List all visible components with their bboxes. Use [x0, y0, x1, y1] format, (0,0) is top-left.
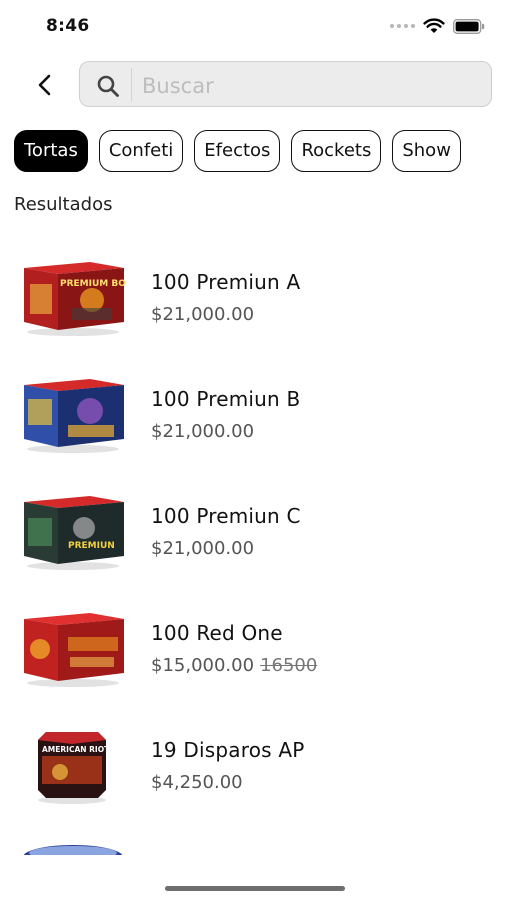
product-price: $4,250.00	[151, 772, 243, 793]
product-name: 100 Premiun B	[151, 387, 301, 411]
product-image	[23, 845, 123, 855]
back-chevron-icon	[38, 74, 51, 96]
price-current: $21,000.00	[151, 304, 255, 325]
price-current: $4,250.00	[151, 772, 243, 793]
box-label: PREMIUN	[68, 541, 115, 551]
chip-tortas[interactable]: Tortas	[14, 130, 88, 172]
chip-rockets[interactable]: Rockets	[291, 130, 382, 172]
product-price: $21,000.00	[151, 304, 254, 325]
search-box[interactable]	[79, 61, 492, 107]
box-label: AMERICAN RIOT	[42, 745, 110, 754]
product-item[interactable]: AMERICAN RIOT 19 Disparos AP $4,250.00	[0, 726, 507, 826]
status-icons	[390, 18, 485, 34]
cellular-dots-icon	[390, 24, 415, 28]
status-bar: 8:46	[0, 0, 507, 52]
chip-show[interactable]: Show	[392, 130, 461, 172]
price-original-strikethrough: 16500	[260, 655, 318, 676]
chip-efectos[interactable]: Efectos	[194, 130, 281, 172]
chip-confeti[interactable]: Confeti	[98, 130, 184, 172]
product-price: $21,000.00	[151, 421, 254, 442]
category-chips: Tortas Confeti Efectos Rockets Show	[14, 130, 494, 174]
battery-icon	[453, 18, 485, 34]
product-item[interactable]: 100 Premiun B $21,000.00	[0, 375, 507, 475]
product-item[interactable]: 100 Red One $15,000.00 16500	[0, 609, 507, 709]
price-current: $21,000.00	[151, 538, 255, 559]
product-image: AMERICAN RIOT	[38, 732, 110, 804]
search-input[interactable]	[140, 68, 484, 104]
product-name: 100 Premiun A	[151, 270, 301, 294]
product-item[interactable]: PREMIUN 100 Premiun C $21,000.00	[0, 492, 507, 592]
search-row	[0, 60, 507, 110]
product-name: 100 Red One	[151, 621, 283, 645]
product-price: $21,000.00	[151, 538, 254, 559]
search-icon	[97, 75, 119, 97]
product-name: 100 Premiun C	[151, 504, 301, 528]
box-label: PREMIUM BO	[60, 279, 126, 289]
wifi-icon	[423, 18, 445, 33]
product-image: PREMIUN	[24, 496, 124, 570]
results-heading: Resultados	[14, 194, 113, 215]
product-image	[24, 379, 124, 453]
product-price: $15,000.00 16500	[151, 655, 317, 676]
product-item-partial	[20, 843, 126, 855]
status-time: 8:46	[46, 16, 90, 36]
home-indicator[interactable]	[165, 886, 345, 891]
price-current: $15,000.00	[151, 655, 255, 676]
back-button[interactable]	[28, 68, 62, 102]
price-current: $21,000.00	[151, 421, 255, 442]
product-image: PREMIUM BO	[24, 262, 126, 336]
product-item[interactable]: PREMIUM BO 100 Premiun A $21,000.00	[0, 258, 507, 358]
search-divider	[131, 68, 132, 102]
product-name: 19 Disparos AP	[151, 738, 305, 762]
product-image	[24, 613, 124, 687]
